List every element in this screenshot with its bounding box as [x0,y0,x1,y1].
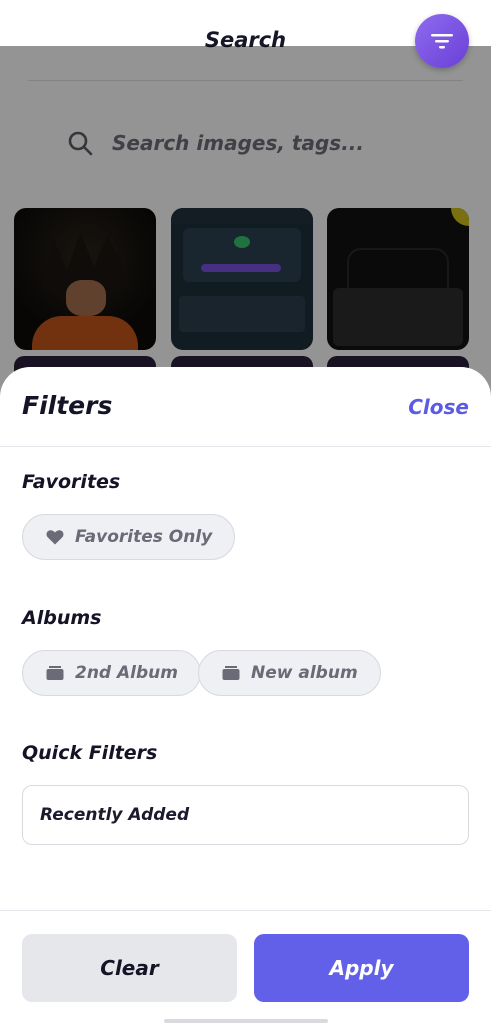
album-chip-2nd-album[interactable]: 2nd Album [22,650,201,696]
clear-button[interactable]: Clear [22,934,237,1002]
home-indicator [164,1019,328,1023]
sheet-header: Filters Close [0,367,491,447]
favorites-only-chip[interactable]: Favorites Only [22,514,236,560]
chip-label: Favorites Only [75,527,213,547]
favorites-section-title: Favorites [22,471,121,493]
quick-filter-value: Recently Added [40,805,190,825]
folder-icon [46,666,64,680]
heart-icon [46,530,64,545]
close-button[interactable]: Close [408,395,469,419]
album-chip-new-album[interactable]: New album [198,650,381,696]
chip-label: 2nd Album [75,663,178,683]
chip-label: New album [251,663,358,683]
quick-filters-section-title: Quick Filters [22,742,158,764]
sheet-title: Filters [22,391,113,420]
footer-divider [0,910,491,911]
quick-filter-select[interactable]: Recently Added [22,785,469,845]
filter-icon [431,34,453,49]
apply-button[interactable]: Apply [254,934,469,1002]
filter-button[interactable] [415,14,469,68]
filters-sheet: Filters Close Favorites Favorites Only A… [0,367,491,1024]
albums-section-title: Albums [22,607,102,629]
folder-icon [222,666,240,680]
